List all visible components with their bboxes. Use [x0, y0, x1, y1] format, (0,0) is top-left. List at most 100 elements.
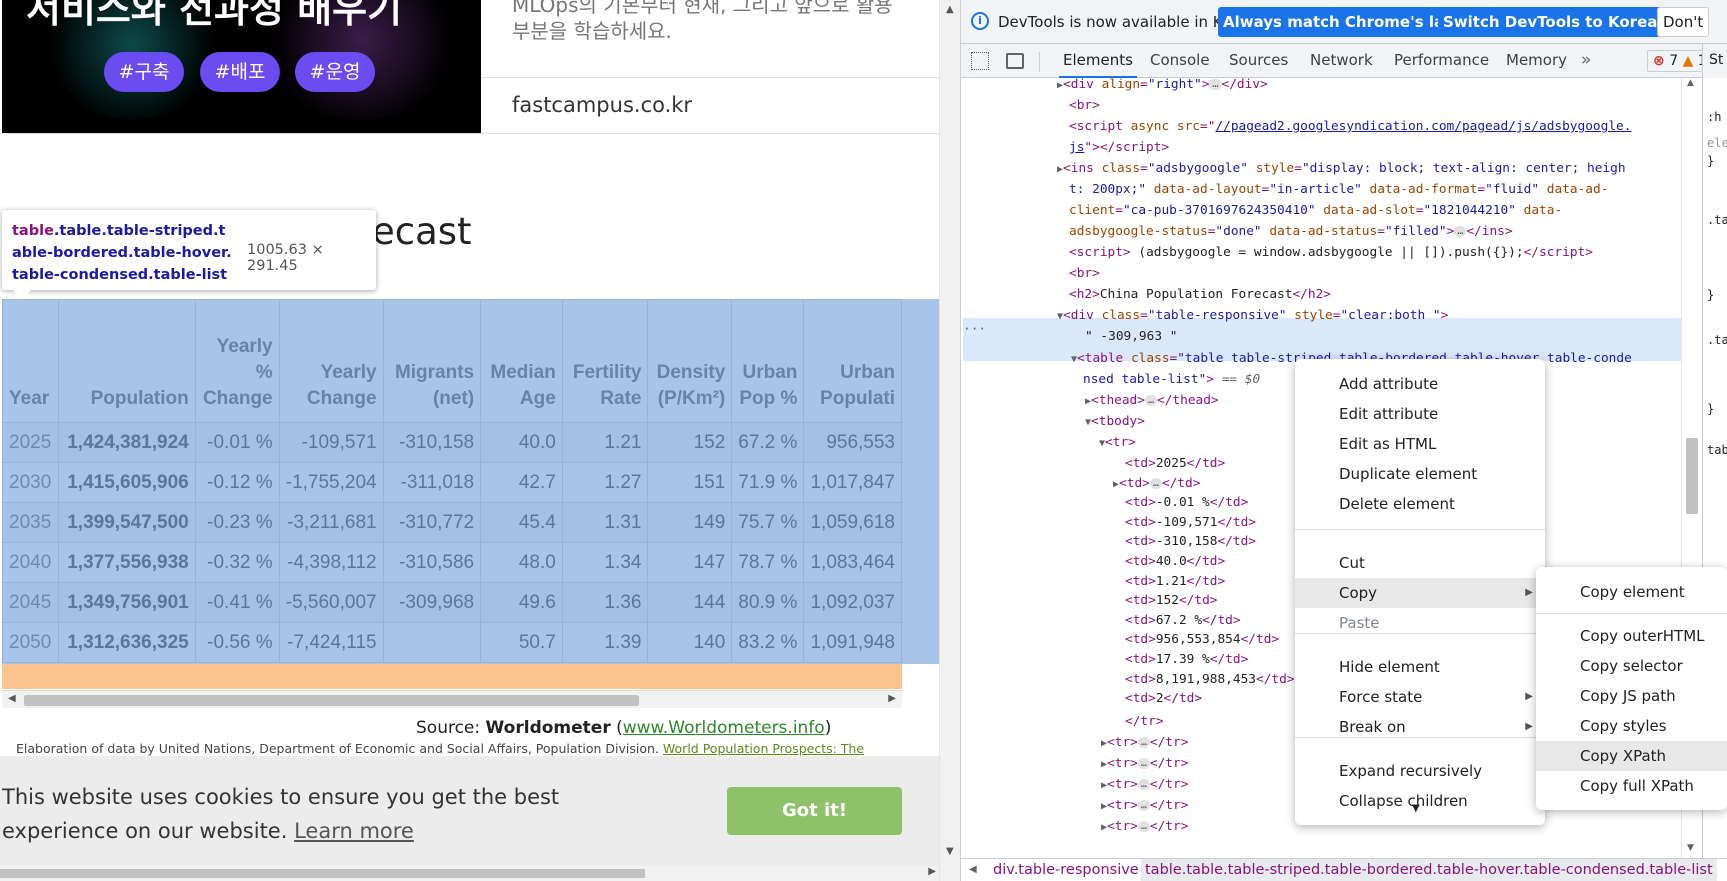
- table-cell: -310,586: [382, 542, 482, 583]
- banner-domain[interactable]: fastcampus.co.kr: [512, 93, 692, 117]
- menu-item-edit-attribute[interactable]: Edit attribute: [1295, 399, 1545, 429]
- more-tabs-icon[interactable]: »: [1581, 44, 1591, 78]
- dom-node-cont[interactable]: t: 200px;" data-ad-layout="in-article" d…: [1069, 179, 1608, 201]
- tab-performance[interactable]: Performance: [1394, 44, 1489, 78]
- menu-item-copy-outerhtml[interactable]: Copy outerHTML: [1536, 621, 1727, 651]
- breadcrumb-left-icon[interactable]: ◀: [969, 859, 977, 881]
- dom-node[interactable]: <br>: [1069, 263, 1100, 285]
- menu-item-edit-as-html[interactable]: Edit as HTML: [1295, 429, 1545, 459]
- dom-node[interactable]: ▶<tr>… </tr>: [1101, 795, 1188, 818]
- dom-node[interactable]: <script async src="//pagead2.googlesyndi…: [1069, 116, 1631, 138]
- menu-item-expand-recursively[interactable]: Expand recursively: [1295, 756, 1545, 786]
- tab-elements[interactable]: Elements: [1059, 44, 1137, 78]
- learn-more-link[interactable]: Learn more: [294, 819, 414, 843]
- dom-node[interactable]: ▼<div class="table-responsive" style="cl…: [1057, 305, 1448, 328]
- scroll-right-icon[interactable]: ▶: [928, 866, 936, 877]
- menu-item-add-attribute[interactable]: Add attribute: [1295, 369, 1545, 399]
- tab-console[interactable]: Console: [1150, 44, 1210, 78]
- menu-item-copy-full-xpath[interactable]: Copy full XPath: [1536, 771, 1727, 801]
- table-horizontal-scrollbar[interactable]: ◀ ▶: [2, 690, 902, 708]
- menu-item-delete-element[interactable]: Delete element: [1295, 489, 1545, 519]
- dom-node-cont[interactable]: client="ca-pub-3701697624350410" data-ad…: [1069, 200, 1562, 222]
- scroll-down-icon[interactable]: ▼: [1687, 843, 1694, 853]
- tab-network[interactable]: Network: [1310, 44, 1373, 78]
- dom-node[interactable]: ▶<tr>… </tr>: [1101, 732, 1188, 755]
- dom-td-node[interactable]: <td>-310,158</td>: [1125, 531, 1256, 553]
- table-cell: 149: [647, 502, 733, 543]
- tab-styles[interactable]: St: [1702, 44, 1727, 78]
- menu-item-hide-element[interactable]: Hide element: [1295, 652, 1545, 682]
- tab-sources[interactable]: Sources: [1229, 44, 1288, 78]
- dom-td-node[interactable]: <td>17.39 %</td>: [1125, 649, 1248, 671]
- menu-item-copy-xpath[interactable]: Copy XPath: [1536, 741, 1727, 771]
- page-vertical-scrollbar[interactable]: ▲ ▼: [939, 0, 960, 881]
- dom-td-node[interactable]: <td>-109,571</td>: [1125, 512, 1256, 534]
- menu-item-cut[interactable]: Cut: [1295, 548, 1545, 578]
- menu-item-copy-selector[interactable]: Copy selector: [1536, 651, 1727, 681]
- menu-item-copy-styles[interactable]: Copy styles: [1536, 711, 1727, 741]
- menu-item-copy-element[interactable]: Copy element: [1536, 577, 1727, 607]
- scroll-up-icon[interactable]: ▲: [946, 4, 954, 15]
- menu-item-collapse-children[interactable]: Collapse children: [1295, 786, 1545, 816]
- device-toolbar-icon[interactable]: [1006, 53, 1024, 69]
- wpp-link[interactable]: World Population Prospects: The: [663, 741, 864, 756]
- tab-memory[interactable]: Memory: [1506, 44, 1567, 78]
- dom-node[interactable]: ▼<tr>: [1099, 432, 1136, 455]
- dom-node[interactable]: ▶<thead>… </thead>: [1085, 390, 1219, 413]
- scroll-down-icon[interactable]: ▼: [946, 846, 954, 857]
- ad-banner-image[interactable]: 서비스와 전과정 배우기 #구축 #배포 #운영: [2, 0, 481, 133]
- inspect-element-icon[interactable]: [971, 52, 989, 70]
- dom-node[interactable]: ▶<ins class="adsbygoogle" style="display…: [1057, 158, 1626, 181]
- dom-td-node[interactable]: <td>1.21</td>: [1125, 571, 1225, 593]
- dom-node[interactable]: ▶<tr>… </tr>: [1101, 774, 1188, 797]
- table-cell: [382, 622, 482, 663]
- styles-rule: }: [1707, 288, 1715, 302]
- dom-td-node[interactable]: <td>67.2 %</td>: [1125, 610, 1241, 632]
- cookie-accept-button[interactable]: Got it!: [727, 787, 902, 835]
- dom-td-node[interactable]: <td>2025</td>: [1125, 453, 1225, 475]
- dom-node[interactable]: <h2>China Population Forecast</h2>: [1069, 284, 1331, 306]
- dom-td-node[interactable]: <td>40.0</td>: [1125, 551, 1225, 573]
- dom-td-node[interactable]: <td>956,553,854</td>: [1125, 629, 1279, 651]
- page-horizontal-scrollbar[interactable]: ▶: [0, 866, 939, 881]
- dom-td-node[interactable]: <td>152</td>: [1125, 590, 1217, 612]
- node-actions-icon[interactable]: ···: [963, 319, 986, 341]
- dom-node[interactable]: <br>: [1069, 95, 1100, 117]
- menu-item-force-state[interactable]: Force state ▶: [1295, 682, 1545, 712]
- dom-node-cont[interactable]: nsed table-list"> == $0: [1083, 369, 1260, 391]
- dom-td-node[interactable]: <td>2</td>: [1125, 688, 1202, 710]
- dom-td-node[interactable]: <td>-0.01 %</td>: [1125, 492, 1248, 514]
- dom-node[interactable]: ▶<div align="right">… </div>: [1057, 78, 1268, 97]
- source-link[interactable]: www.Worldometers.info: [623, 718, 825, 738]
- styles-filter[interactable]: :h: [1707, 110, 1721, 124]
- breadcrumb-item-active[interactable]: table.table.table-striped.table-bordered…: [1141, 859, 1717, 881]
- scroll-left-icon[interactable]: ◀: [8, 693, 16, 704]
- dom-node[interactable]: </tr>: [1125, 711, 1164, 733]
- dom-node-cont[interactable]: js"></script>: [1069, 137, 1169, 159]
- switch-to-korean-button[interactable]: Switch DevTools to Korean: [1438, 7, 1674, 37]
- dom-node-cont[interactable]: adsbygoogle-status="done" data-ad-status…: [1069, 221, 1513, 243]
- scroll-right-icon[interactable]: ▶: [888, 693, 896, 704]
- scrollbar-thumb[interactable]: [0, 869, 645, 878]
- dom-td-node[interactable]: <td>8,191,988,453</td>: [1125, 669, 1295, 691]
- dom-node[interactable]: ▼<tbody>: [1085, 411, 1145, 434]
- dom-node[interactable]: ▶<tr>… </tr>: [1101, 816, 1188, 839]
- breadcrumb-item[interactable]: div.table-responsive: [993, 859, 1139, 881]
- scrollbar-thumb[interactable]: [24, 695, 639, 706]
- menu-item-copy-js-path[interactable]: Copy JS path: [1536, 681, 1727, 711]
- tooltip-selector: table.table.table-striped.table-bordered…: [12, 220, 234, 286]
- scroll-up-icon[interactable]: ▲: [1687, 78, 1694, 88]
- menu-item-label: Copy JS path: [1580, 687, 1676, 705]
- scrollbar-thumb[interactable]: [1686, 438, 1698, 514]
- dom-text-node[interactable]: " -309,963 ": [1085, 326, 1177, 348]
- dont-show-again-button[interactable]: Don't: [1657, 7, 1710, 37]
- table-cell: -309,968: [382, 582, 482, 623]
- menu-item-duplicate-element[interactable]: Duplicate element: [1295, 459, 1545, 489]
- menu-item-copy[interactable]: Copy ▶: [1295, 578, 1545, 608]
- menu-item-label: Expand recursively: [1339, 762, 1482, 780]
- dom-node[interactable]: <script> (adsbygoogle = window.adsbygoog…: [1069, 242, 1593, 264]
- menu-more-icon[interactable]: ▼: [1412, 803, 1420, 814]
- dom-node[interactable]: ▶<tr>… </tr>: [1101, 753, 1188, 776]
- web-page: 서비스와 전과정 배우기 #구축 #배포 #운영 MLOps의 기본부터 현재,…: [0, 0, 950, 881]
- banner-description[interactable]: MLOps의 기본부터 현재, 그리고 앞으로 활용 부분을 학습하세요.: [512, 0, 893, 44]
